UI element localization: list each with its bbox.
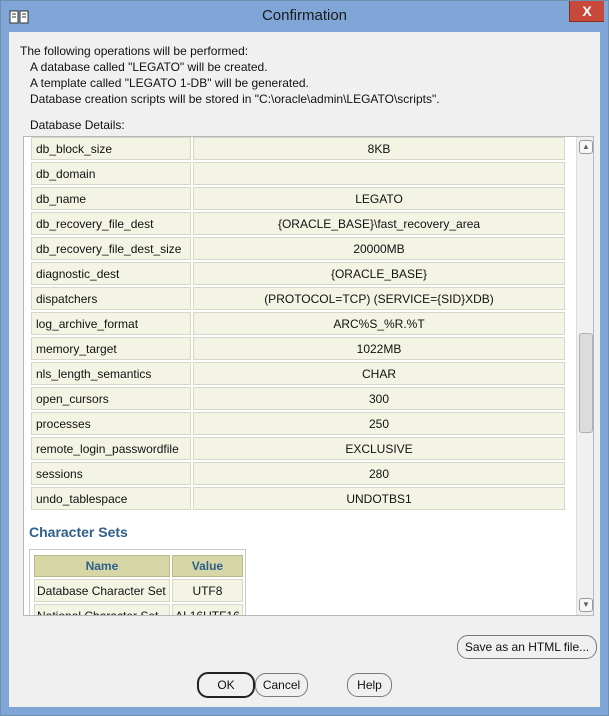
table-row: Database Character Set UTF8 (34, 579, 243, 602)
summary-text: The following operations will be perform… (20, 43, 440, 107)
parameter-value: CHAR (193, 362, 565, 385)
parameter-value: {ORACLE_BASE} (193, 262, 565, 285)
parameter-value: 280 (193, 462, 565, 485)
charset-name: Database Character Set (34, 579, 170, 602)
table-row: db_domain (31, 162, 565, 185)
table-row: processes 250 (31, 412, 565, 435)
charset-value: UTF8 (171, 579, 243, 602)
parameter-name: remote_login_passwordfile (31, 437, 191, 460)
close-button[interactable]: X (569, 1, 604, 22)
parameter-name: db_domain (31, 162, 191, 185)
parameter-name: dispatchers (31, 287, 191, 310)
parameter-name: db_block_size (31, 137, 191, 160)
parameter-value: 300 (193, 387, 565, 410)
chevron-up-icon[interactable]: ▲ (579, 140, 593, 154)
parameters-table: db_block_size 8KB db_domain db_name LEGATO db… (29, 137, 567, 512)
table-row: National Character Set AL16UTF16 (34, 604, 243, 615)
table-row: diagnostic_dest {ORACLE_BASE} (31, 262, 565, 285)
chevron-down-icon[interactable]: ▼ (579, 598, 593, 612)
table-row: dispatchers (PROTOCOL=TCP) (SERVICE={SID}… (31, 287, 565, 310)
character-sets-table-container: Name Value Database Character Set UTF8 N… (29, 549, 246, 615)
table-header-row: Name Value (34, 555, 243, 577)
parameter-name: memory_target (31, 337, 191, 360)
summary-intro: The following operations will be perform… (20, 44, 249, 58)
parameter-value: {ORACLE_BASE}\fast_recovery_area (193, 212, 565, 235)
parameter-value: EXCLUSIVE (193, 437, 565, 460)
close-icon: X (582, 3, 592, 19)
details-label: Database Details: (30, 118, 125, 132)
table-row: db_recovery_file_dest {ORACLE_BASE}\fast_… (31, 212, 565, 235)
table-row: db_recovery_file_dest_size 20000MB (31, 237, 565, 260)
title-bar: Confirmation X (1, 1, 608, 32)
ok-button[interactable]: OK (197, 672, 255, 698)
parameter-value: 20000MB (193, 237, 565, 260)
table-row: log_archive_format ARC%S_%R.%T (31, 312, 565, 335)
header-value: Value (171, 555, 243, 577)
cancel-button[interactable]: Cancel (255, 673, 308, 697)
table-row: remote_login_passwordfile EXCLUSIVE (31, 437, 565, 460)
parameter-value: UNDOTBS1 (193, 487, 565, 510)
vertical-scrollbar[interactable]: ▲ ▼ (576, 137, 593, 615)
summary-line: A database called "LEGATO" will be creat… (30, 60, 268, 74)
parameters-table-body: db_block_size 8KB db_domain db_name LEGATO db… (31, 137, 565, 510)
table-row: nls_length_semantics CHAR (31, 362, 565, 385)
parameter-value: ARC%S_%R.%T (193, 312, 565, 335)
summary-line: Database creation scripts will be stored… (30, 92, 440, 106)
header-name: Name (34, 555, 170, 577)
character-sets-table: Name Value Database Character Set UTF8 N… (32, 553, 245, 615)
parameter-value: 8KB (193, 137, 565, 160)
parameter-name: db_name (31, 187, 191, 210)
details-scroll-pane[interactable]: db_block_size 8KB db_domain db_name LEGATO db… (23, 136, 594, 616)
save-as-html-button[interactable]: Save as an HTML file... (457, 635, 597, 659)
parameter-name: open_cursors (31, 387, 191, 410)
parameter-name: undo_tablespace (31, 487, 191, 510)
window-title: Confirmation (261, 7, 348, 24)
charset-name: National Character Set (34, 604, 170, 615)
table-row: memory_target 1022MB (31, 337, 565, 360)
table-row: db_name LEGATO (31, 187, 565, 210)
summary-line: A template called "LEGATO 1-DB" will be … (30, 76, 309, 90)
parameter-value: (PROTOCOL=TCP) (SERVICE={SID}XDB) (193, 287, 565, 310)
table-row: sessions 280 (31, 462, 565, 485)
parameter-name: sessions (31, 462, 191, 485)
parameter-name: diagnostic_dest (31, 262, 191, 285)
parameter-name: nls_length_semantics (31, 362, 191, 385)
dialog-body: The following operations will be perform… (9, 32, 600, 707)
confirmation-dialog: Confirmation X The following operations … (0, 0, 609, 716)
help-button[interactable]: Help (347, 673, 392, 697)
parameter-name: log_archive_format (31, 312, 191, 335)
parameter-value: 250 (193, 412, 565, 435)
scrollbar-thumb[interactable] (579, 333, 593, 433)
table-row: db_block_size 8KB (31, 137, 565, 160)
table-row: undo_tablespace UNDOTBS1 (31, 487, 565, 510)
charset-value: AL16UTF16 (171, 604, 243, 615)
parameter-value (193, 162, 565, 185)
parameter-name: processes (31, 412, 191, 435)
parameter-name: db_recovery_file_dest_size (31, 237, 191, 260)
parameter-value: 1022MB (193, 337, 565, 360)
parameter-value: LEGATO (193, 187, 565, 210)
parameter-name: db_recovery_file_dest (31, 212, 191, 235)
character-sets-title: Character Sets (29, 524, 128, 540)
table-row: open_cursors 300 (31, 387, 565, 410)
